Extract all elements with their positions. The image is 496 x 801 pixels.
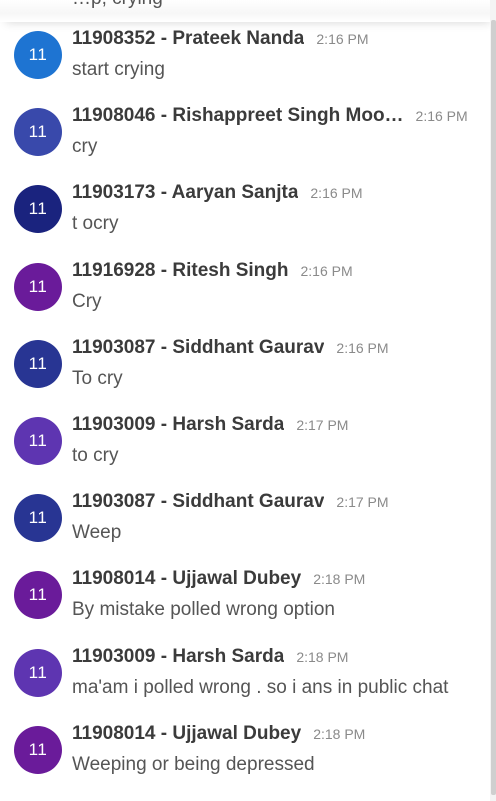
chat-message: 11 11903009 - Harsh Sarda 2:17 PM to cry bbox=[0, 412, 490, 489]
message-text: Cry bbox=[72, 290, 102, 312]
sender-name: 11903009 - Harsh Sarda bbox=[72, 645, 285, 667]
message-text: By mistake polled wrong option bbox=[72, 599, 335, 621]
chat-message: 11 11908352 - Prateek Nanda 2:16 PM star… bbox=[0, 26, 490, 103]
message-list[interactable]: 11 11908352 - Prateek Nanda 2:16 PM star… bbox=[0, 26, 490, 798]
chat-message: 11 11903087 - Siddhant Gaurav 2:17 PM We… bbox=[0, 489, 490, 566]
scrollbar-track[interactable] bbox=[490, 0, 496, 801]
sender-name: 11903173 - Aaryan Sanjta bbox=[72, 182, 299, 204]
message-text: Weeping or being depressed bbox=[72, 753, 315, 775]
message-meta: 11903009 - Harsh Sarda 2:18 PM bbox=[72, 646, 348, 668]
avatar: 11 bbox=[14, 725, 62, 774]
message-text: cry bbox=[72, 136, 98, 158]
chat-message: 11 11916928 - Ritesh Singh 2:16 PM Cry bbox=[0, 258, 490, 335]
message-meta: 11908046 - Rishappreet Singh Moo… 2:16 P… bbox=[72, 105, 468, 127]
message-time: 2:16 PM bbox=[316, 31, 369, 47]
sender-name: 11903087 - Siddhant Gaurav bbox=[72, 491, 325, 513]
message-meta: 11908352 - Prateek Nanda 2:16 PM bbox=[72, 28, 369, 50]
message-time: 2:16 PM bbox=[300, 262, 353, 279]
avatar: 11 bbox=[14, 494, 62, 543]
message-meta: 11908014 - Ujjawal Dubey 2:18 PM bbox=[72, 723, 365, 745]
avatar: 11 bbox=[14, 648, 62, 697]
chat-message: 11 11908014 - Ujjawal Dubey 2:18 PM Weep… bbox=[0, 721, 490, 798]
chat-panel: …p, crying 11 11908352 - Prateek Nanda 2… bbox=[0, 0, 496, 801]
message-time: 2:18 PM bbox=[296, 648, 349, 665]
avatar: 11 bbox=[14, 416, 62, 465]
chat-message: 11 11903087 - Siddhant Gaurav 2:16 PM To… bbox=[0, 335, 490, 412]
previous-message-fade: …p, crying bbox=[0, 0, 496, 22]
message-text: To cry bbox=[72, 367, 123, 389]
chat-message: 11 11903009 - Harsh Sarda 2:18 PM ma'am … bbox=[0, 644, 490, 721]
sender-name: 11903087 - Siddhant Gaurav bbox=[72, 336, 325, 358]
message-meta: 11903087 - Siddhant Gaurav 2:17 PM bbox=[72, 491, 389, 513]
message-meta: 11903173 - Aaryan Sanjta 2:16 PM bbox=[72, 182, 363, 204]
avatar: 11 bbox=[14, 339, 62, 388]
sender-name: 11916928 - Ritesh Singh bbox=[72, 259, 289, 281]
sender-name: 11908046 - Rishappreet Singh Moo… bbox=[72, 105, 404, 127]
message-text: to cry bbox=[72, 444, 119, 466]
message-meta: 11916928 - Ritesh Singh 2:16 PM bbox=[72, 260, 353, 282]
message-time: 2:16 PM bbox=[336, 339, 389, 356]
message-text: Weep bbox=[72, 522, 122, 544]
message-time: 2:16 PM bbox=[310, 185, 363, 202]
message-meta: 11903009 - Harsh Sarda 2:17 PM bbox=[72, 414, 348, 436]
message-time: 2:18 PM bbox=[313, 725, 366, 742]
chat-message: 11 11908046 - Rishappreet Singh Moo… 2:1… bbox=[0, 103, 490, 180]
message-time: 2:17 PM bbox=[296, 416, 349, 433]
message-meta: 11903087 - Siddhant Gaurav 2:16 PM bbox=[72, 337, 389, 359]
avatar: 11 bbox=[14, 31, 62, 79]
chat-message: 11 11908014 - Ujjawal Dubey 2:18 PM By m… bbox=[0, 566, 490, 643]
message-text: start crying bbox=[72, 59, 165, 80]
message-meta: 11908014 - Ujjawal Dubey 2:18 PM bbox=[72, 568, 365, 590]
avatar: 11 bbox=[14, 185, 62, 234]
message-time: 2:18 PM bbox=[313, 571, 366, 588]
sender-name: 11903009 - Harsh Sarda bbox=[72, 413, 285, 435]
message-text: ma'am i polled wrong . so i ans in publi… bbox=[72, 676, 449, 698]
avatar: 11 bbox=[14, 108, 62, 157]
sender-name: 11908014 - Ujjawal Dubey bbox=[72, 722, 302, 744]
partial-message-text: …p, crying bbox=[72, 0, 163, 10]
message-time: 2:16 PM bbox=[415, 108, 468, 125]
message-time: 2:17 PM bbox=[336, 494, 389, 511]
chat-message: 11 11903173 - Aaryan Sanjta 2:16 PM t oc… bbox=[0, 180, 490, 257]
sender-name: 11908352 - Prateek Nanda bbox=[72, 28, 305, 49]
avatar: 11 bbox=[14, 571, 62, 620]
message-text: t ocry bbox=[72, 213, 119, 235]
avatar: 11 bbox=[14, 262, 62, 311]
scrollbar-thumb[interactable] bbox=[491, 20, 496, 795]
sender-name: 11908014 - Ujjawal Dubey bbox=[72, 568, 302, 590]
